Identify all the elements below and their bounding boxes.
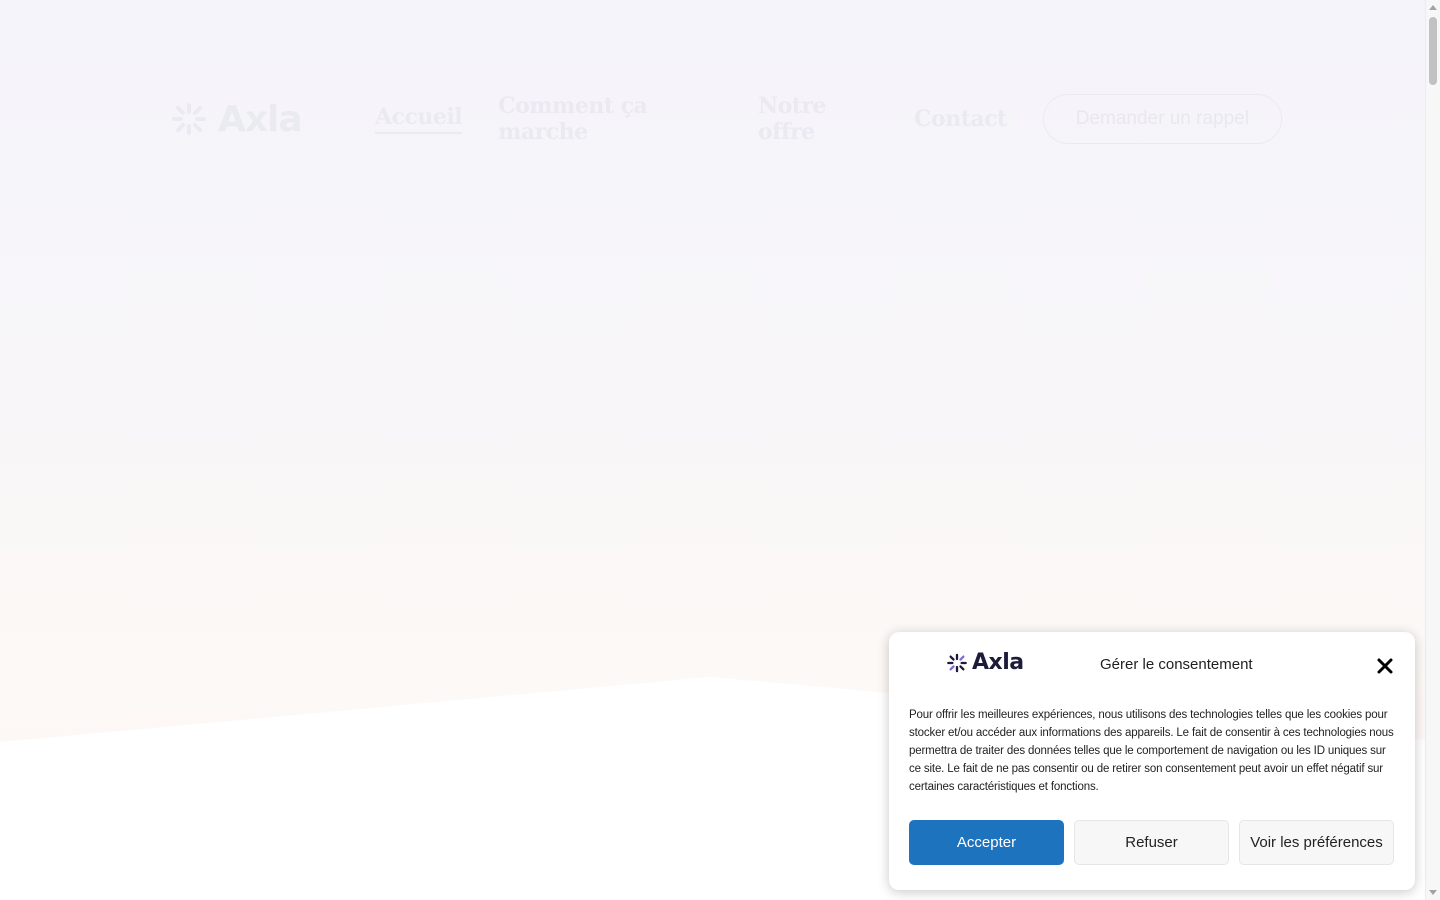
consent-logo: Axla xyxy=(946,650,1024,675)
sparkle-logo-icon xyxy=(172,103,206,135)
nav-link-notre-offre[interactable]: Notre offre xyxy=(758,93,878,145)
consent-title: Gérer le consentement xyxy=(1100,656,1253,673)
logo-wordmark: Axla xyxy=(218,98,303,140)
sparkle-logo-icon xyxy=(947,653,967,672)
nav-link-comment-ca-marche[interactable]: Comment ça marche xyxy=(498,93,722,145)
consent-button-row: Accepter Refuser Voir les préférences xyxy=(909,820,1395,865)
deny-button[interactable]: Refuser xyxy=(1074,820,1229,865)
main-nav: Accueil Comment ça marche Notre offre Co… xyxy=(375,93,1007,145)
cookie-consent-dialog: Axla Gérer le consentement Pour offrir l… xyxy=(889,632,1415,890)
consent-header: Axla Gérer le consentement xyxy=(909,632,1395,698)
site-logo[interactable]: Axla xyxy=(170,99,375,140)
accept-button[interactable]: Accepter xyxy=(909,820,1064,865)
consent-message: Pour offrir les meilleures expériences, … xyxy=(909,709,1394,793)
nav-link-contact[interactable]: Contact xyxy=(914,106,1007,132)
nav-link-accueil[interactable]: Accueil xyxy=(375,104,463,134)
consent-logo-wordmark: Axla xyxy=(972,650,1024,675)
request-callback-button[interactable]: Demander un rappel xyxy=(1042,94,1282,144)
scroll-down-icon[interactable] xyxy=(1429,890,1437,895)
close-icon[interactable] xyxy=(1376,657,1394,675)
scroll-up-icon[interactable] xyxy=(1429,5,1437,10)
view-preferences-button[interactable]: Voir les préférences xyxy=(1239,820,1394,865)
site-header: Axla Accueil Comment ça marche Notre off… xyxy=(170,93,1282,145)
scrollbar-thumb[interactable] xyxy=(1429,17,1437,85)
page-scrollbar[interactable] xyxy=(1425,0,1440,900)
